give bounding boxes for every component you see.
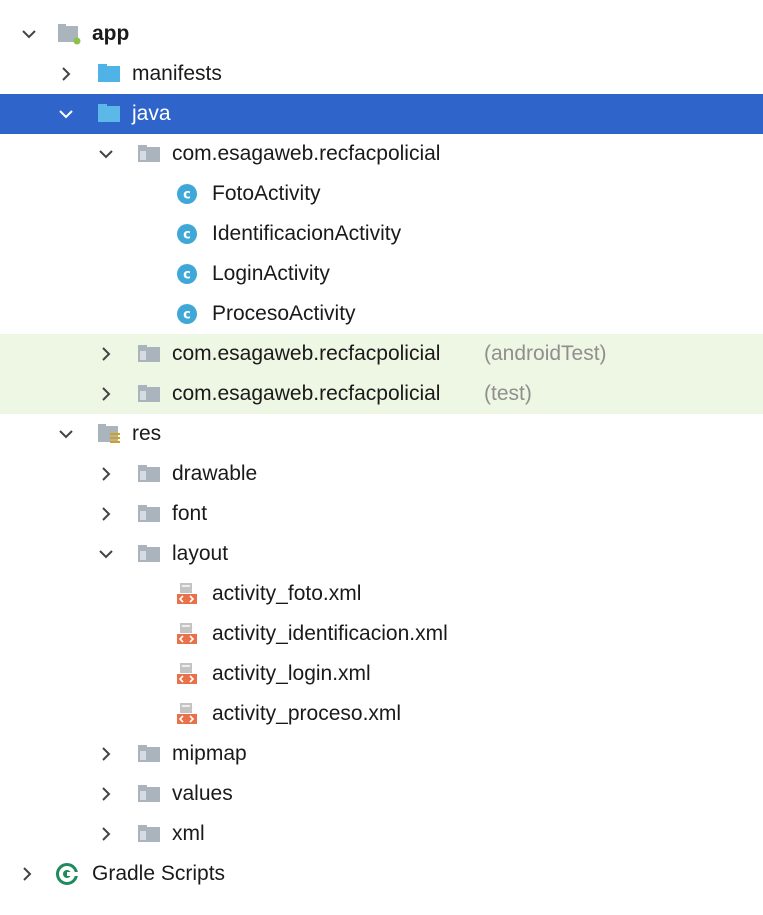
tree-node-mipmap[interactable]: mipmap [0,734,763,774]
project-tree: app manifests java com.esagaweb.recfacpo… [0,0,763,915]
tree-node-label: app [92,22,130,45]
tree-node-layout-file[interactable]: activity_proceso.xml [0,694,763,734]
tree-node-suffix: (test) [484,382,532,405]
tree-node-suffix: (androidTest) [484,342,607,365]
tree-node-package-test[interactable]: com.esagaweb.recfacpolicial (test) [0,374,763,414]
svg-text:c: c [183,188,191,203]
tree-node-app[interactable]: app [0,14,763,54]
chevron-right-icon[interactable] [97,745,115,763]
package-icon [138,145,160,162]
tree-node-label: drawable [172,462,258,485]
tree-node-label: mipmap [172,742,247,765]
tree-node-gradle-scripts[interactable]: Gradle Scripts [0,854,763,894]
tree-node-label: com.esagaweb.recfacpolicial [172,342,441,365]
chevron-right-icon[interactable] [97,785,115,803]
svg-text:c: c [183,308,191,323]
tree-node-class[interactable]: c IdentificacionActivity [0,214,763,254]
tree-node-label: java [132,102,171,125]
tree-node-label: activity_login.xml [212,662,371,685]
tree-node-class[interactable]: c FotoActivity [0,174,763,214]
class-c-icon: c [177,224,197,244]
package-icon [138,785,160,802]
tree-node-label: res [132,422,162,445]
chevron-right-icon[interactable] [18,865,36,883]
layout-xml-icon [177,583,197,604]
tree-node-label: xml [172,822,205,845]
tree-node-label: values [172,782,233,805]
chevron-right-icon[interactable] [97,825,115,843]
android-module-folder-icon [58,24,81,45]
layout-xml-icon [177,703,197,724]
package-icon [138,745,160,762]
tree-node-label: layout [172,542,229,565]
tree-node-label: activity_identificacion.xml [212,622,448,645]
tree-node-manifests[interactable]: manifests [0,54,763,94]
chevron-right-icon[interactable] [97,505,115,523]
package-icon [138,825,160,842]
tree-node-layout[interactable]: layout [0,534,763,574]
tree-node-font[interactable]: font [0,494,763,534]
class-c-icon: c [177,264,197,284]
tree-node-label: activity_foto.xml [212,582,362,605]
tree-node-layout-file[interactable]: activity_identificacion.xml [0,614,763,654]
chevron-down-icon[interactable] [97,545,115,563]
tree-node-java[interactable]: java [0,94,763,134]
package-icon [138,545,160,562]
tree-node-layout-file[interactable]: activity_login.xml [0,654,763,694]
folder-icon [98,64,120,82]
tree-node-label: FotoActivity [212,182,321,205]
class-c-icon: c [177,304,197,324]
source-folder-icon [98,104,120,122]
tree-node-class[interactable]: c LoginActivity [0,254,763,294]
chevron-down-icon[interactable] [57,425,75,443]
tree-node-label: Gradle Scripts [92,862,226,885]
tree-node-label: IdentificacionActivity [212,222,402,245]
tree-node-label: LoginActivity [212,262,330,285]
tree-node-class[interactable]: c ProcesoActivity [0,294,763,334]
chevron-down-icon[interactable] [57,105,75,123]
tree-node-label: font [172,502,208,525]
svg-text:c: c [183,228,191,243]
tree-node-drawable[interactable]: drawable [0,454,763,494]
chevron-down-icon[interactable] [20,25,38,43]
layout-xml-icon [177,623,197,644]
tree-node-values[interactable]: values [0,774,763,814]
chevron-right-icon[interactable] [97,345,115,363]
tree-node-label: manifests [132,62,222,85]
tree-node-label: ProcesoActivity [212,302,356,325]
package-icon [138,465,160,482]
class-c-icon: c [177,184,197,204]
package-icon [138,345,160,362]
gradle-icon [56,863,78,885]
package-icon [138,505,160,522]
chevron-right-icon[interactable] [57,65,75,83]
chevron-right-icon[interactable] [97,385,115,403]
svg-text:c: c [183,268,191,283]
chevron-right-icon[interactable] [97,465,115,483]
package-icon [138,385,160,402]
tree-node-label: com.esagaweb.recfacpolicial [172,142,441,165]
tree-node-res[interactable]: res [0,414,763,454]
tree-node-label: com.esagaweb.recfacpolicial [172,382,441,405]
tree-node-package-main[interactable]: com.esagaweb.recfacpolicial [0,134,763,174]
resources-folder-icon [98,424,120,443]
chevron-down-icon[interactable] [97,145,115,163]
layout-xml-icon [177,663,197,684]
tree-node-layout-file[interactable]: activity_foto.xml [0,574,763,614]
tree-node-label: activity_proceso.xml [212,702,402,725]
tree-node-package-android-test[interactable]: com.esagaweb.recfacpolicial (androidTest… [0,334,763,374]
tree-node-xml[interactable]: xml [0,814,763,854]
